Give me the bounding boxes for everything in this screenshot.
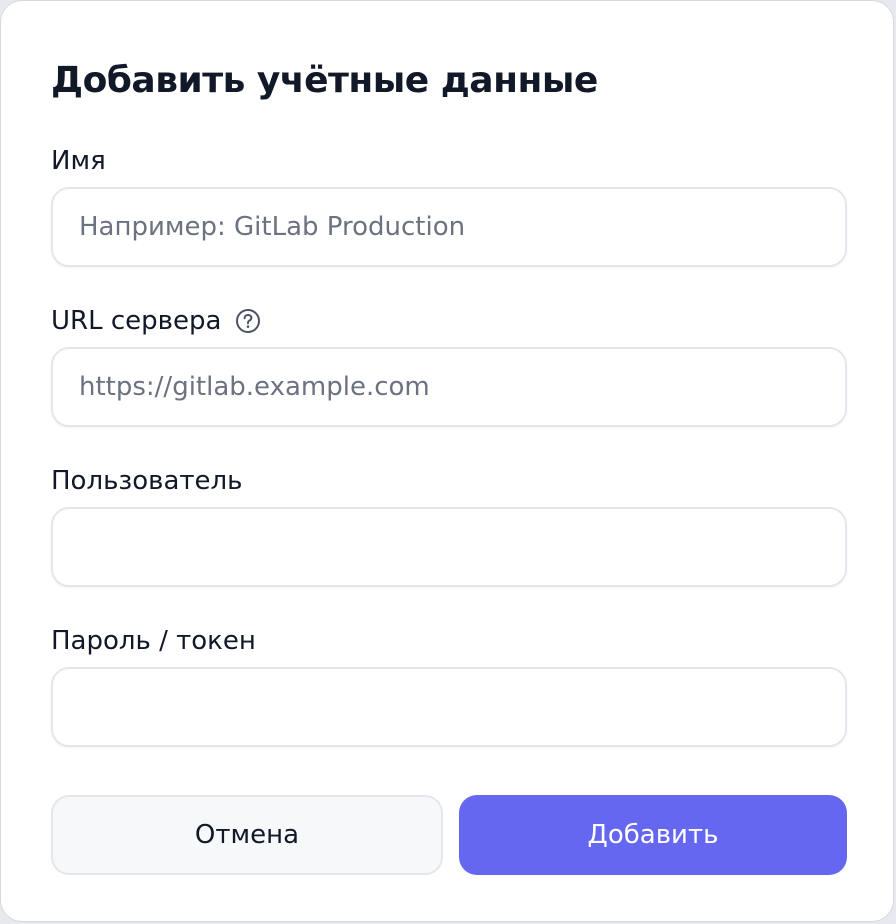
- name-label: Имя: [51, 145, 106, 177]
- help-circle-icon[interactable]: [235, 308, 261, 334]
- username-label-text: Пользователь: [51, 466, 243, 496]
- server-url-label: URL сервера: [51, 305, 261, 337]
- add-credentials-dialog: Добавить учётные данные Имя URL сервера …: [0, 0, 894, 922]
- cancel-button-label: Отмена: [194, 820, 300, 850]
- username-label: Пользователь: [51, 465, 242, 497]
- name-label-text: Имя: [51, 146, 106, 176]
- password-input[interactable]: [51, 667, 847, 747]
- name-input[interactable]: [51, 187, 847, 267]
- username-input[interactable]: [51, 507, 847, 587]
- password-label: Пароль / токен: [51, 625, 256, 657]
- server-url-label-text: URL сервера: [51, 306, 222, 336]
- server-url-input[interactable]: [51, 347, 847, 427]
- add-button-label: Добавить: [587, 820, 719, 850]
- dialog-title: Добавить учётные данные: [51, 60, 598, 101]
- cancel-button[interactable]: Отмена: [51, 795, 443, 875]
- add-button[interactable]: Добавить: [459, 795, 847, 875]
- password-label-text: Пароль / токен: [51, 626, 256, 656]
